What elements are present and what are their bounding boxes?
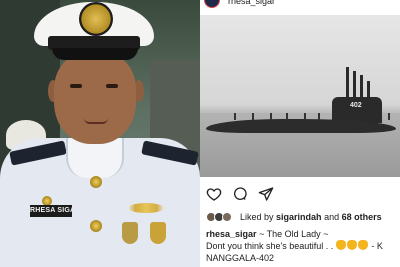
caption-hashtag: NANGGALA-402 <box>206 253 275 263</box>
likes-row: Liked by sigarindah and 68 others <box>206 211 400 225</box>
crew-member <box>318 113 320 120</box>
uniform-button <box>90 220 102 232</box>
periscope-mast <box>360 75 363 99</box>
medal-icon <box>122 222 138 244</box>
submarine-hull <box>206 119 396 133</box>
cap-brim <box>52 48 138 60</box>
liked-by-text[interactable]: Liked by sigarindah and 68 others <box>240 212 382 222</box>
portrait-photo: RHESA SIGAR <box>0 0 200 267</box>
post-caption: rhesa_sigar ~ The Old Lady ~ Dont you th… <box>206 228 400 264</box>
comment-icon[interactable] <box>232 186 248 202</box>
uniform-collar <box>66 138 124 178</box>
cap-badge-icon <box>79 2 113 36</box>
name-tag: RHESA SIGAR <box>30 205 72 217</box>
post-username[interactable]: rhesa_sigar <box>228 0 275 6</box>
face <box>54 52 136 144</box>
caption-title: ~ The Old Lady ~ <box>259 229 329 239</box>
uniform-button <box>90 176 102 188</box>
post-header: rhesa_sigar <box>200 0 400 14</box>
crew-member <box>388 113 390 120</box>
medal-icon <box>150 222 166 244</box>
mouth <box>84 118 108 124</box>
eye-right <box>106 84 118 88</box>
insignia-wings-icon <box>128 203 164 213</box>
post-photo: 402 <box>200 15 400 177</box>
liked-by-and: and <box>324 212 340 222</box>
crew-member <box>252 113 254 120</box>
submarine-number: 402 <box>350 102 362 109</box>
liked-by-user[interactable]: sigarindah <box>276 212 322 222</box>
liked-by-prefix: Liked by <box>240 212 274 222</box>
periscope-mast <box>346 67 349 99</box>
crew-member <box>286 113 288 120</box>
share-icon[interactable] <box>258 186 274 202</box>
caption-text: Dont you think she's beautiful . . <box>206 241 334 251</box>
caption-text-suffix: - K <box>371 241 383 251</box>
caption-username[interactable]: rhesa_sigar <box>206 229 257 239</box>
crew-member <box>234 113 236 120</box>
crew-member <box>304 113 306 120</box>
instagram-post: rhesa_sigar 402 Liked by sigarindah and … <box>200 0 400 267</box>
eye-left <box>70 84 82 88</box>
liker-avatar[interactable] <box>222 212 232 222</box>
post-actions <box>206 186 396 204</box>
heart-icon[interactable] <box>206 186 222 202</box>
liked-by-others[interactable]: 68 others <box>342 212 382 222</box>
profile-avatar[interactable] <box>204 0 220 8</box>
flexed-biceps-emoji-icon <box>335 240 369 251</box>
crew-member <box>270 113 272 120</box>
periscope-mast <box>353 71 356 99</box>
